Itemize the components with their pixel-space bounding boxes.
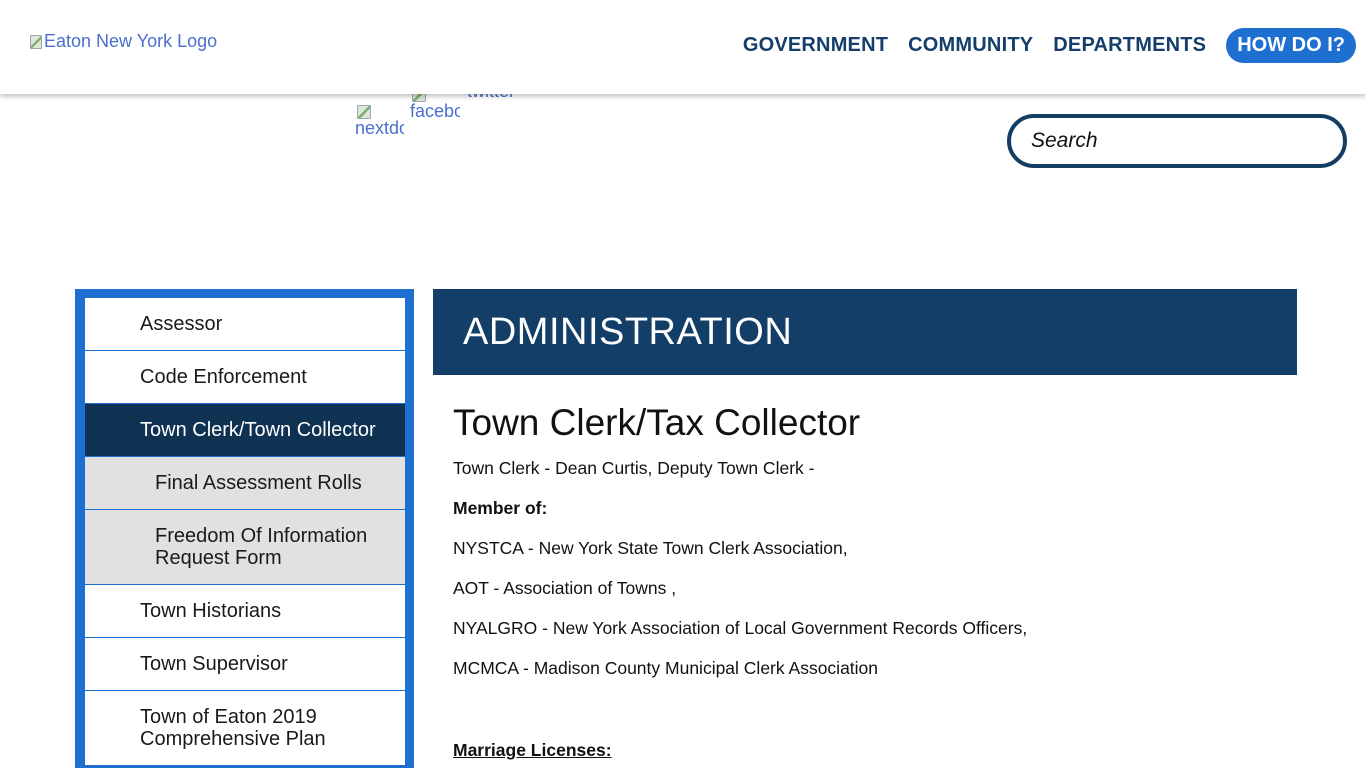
sidebar-item-label: Town of Eaton 2019 Comprehensive Plan	[140, 706, 326, 750]
nextdoor-link[interactable]: nextdo	[355, 105, 404, 145]
logo-alt-text: Eaton New York Logo	[44, 31, 218, 51]
facebook-alt-text: facebo	[410, 101, 460, 121]
banner-title: ADMINISTRATION	[463, 310, 793, 353]
membership-item: NYSTCA - New York State Town Clerk Assoc…	[453, 538, 848, 558]
search-input[interactable]	[1029, 128, 1323, 154]
sidebar-item-label: Freedom Of Information Request Form	[155, 525, 368, 569]
sidebar-item-label: Town Clerk/Town Collector	[140, 419, 376, 441]
nav-departments[interactable]: DEPARTMENTS	[1053, 34, 1206, 57]
sidebar-item-label: Town Historians	[140, 600, 282, 622]
sidebar-item-label: Town Supervisor	[140, 653, 288, 675]
sidebar-subitem-final-assessment-rolls[interactable]: Final Assessment Rolls	[85, 457, 405, 510]
marriage-licenses-heading: Marriage Licenses:	[453, 740, 612, 760]
sidebar-item-label: Code Enforcement	[140, 366, 307, 388]
sidebar-item-comprehensive-plan[interactable]: Town of Eaton 2019 Comprehensive Plan	[85, 691, 405, 766]
nav-government[interactable]: GOVERNMENT	[743, 34, 888, 57]
member-of-label: Member of:	[453, 498, 548, 518]
nav-community[interactable]: COMMUNITY	[908, 34, 1033, 57]
site-header: Eaton New York Logo GOVERNMENT COMMUNITY…	[0, 0, 1366, 94]
membership-item: NYALGRO - New York Association of Local …	[453, 618, 1028, 638]
sidebar-item-label: Final Assessment Rolls	[155, 472, 362, 494]
facebook-link[interactable]: facebo	[410, 88, 460, 128]
page-title: Town Clerk/Tax Collector	[453, 402, 861, 443]
nextdoor-alt-text: nextdo	[355, 118, 404, 138]
sidebar-item-town-historians[interactable]: Town Historians	[85, 585, 405, 638]
staff-line: Town Clerk - Dean Curtis, Deputy Town Cl…	[453, 458, 815, 478]
membership-item: MCMCA - Madison County Municipal Clerk A…	[453, 658, 879, 678]
how-do-i-button[interactable]: HOW DO I?	[1226, 28, 1356, 63]
sidebar-item-code-enforcement[interactable]: Code Enforcement	[85, 351, 405, 404]
nextdoor-icon	[357, 105, 371, 119]
sidebar-item-label: Assessor	[140, 313, 223, 335]
page-banner: ADMINISTRATION	[433, 289, 1297, 375]
membership-item: AOT - Association of Towns ,	[453, 578, 677, 598]
sidebar-nav: Assessor Code Enforcement Town Clerk/Tow…	[75, 289, 414, 768]
sidebar-subitem-foil-request-form[interactable]: Freedom Of Information Request Form	[85, 510, 405, 585]
main-content: Town Clerk/Tax Collector Town Clerk - De…	[453, 402, 1283, 768]
main-nav: GOVERNMENT COMMUNITY DEPARTMENTS HOW DO …	[743, 28, 1356, 63]
sidebar-item-assessor[interactable]: Assessor	[85, 298, 405, 351]
sidebar-item-town-clerk[interactable]: Town Clerk/Town Collector	[85, 404, 405, 457]
sidebar-item-town-supervisor[interactable]: Town Supervisor	[85, 638, 405, 691]
page: Eaton New York Logo GOVERNMENT COMMUNITY…	[0, 0, 1366, 768]
search-box	[1007, 114, 1347, 168]
broken-image-icon	[30, 34, 42, 49]
site-logo-link[interactable]: Eaton New York Logo	[30, 31, 217, 52]
